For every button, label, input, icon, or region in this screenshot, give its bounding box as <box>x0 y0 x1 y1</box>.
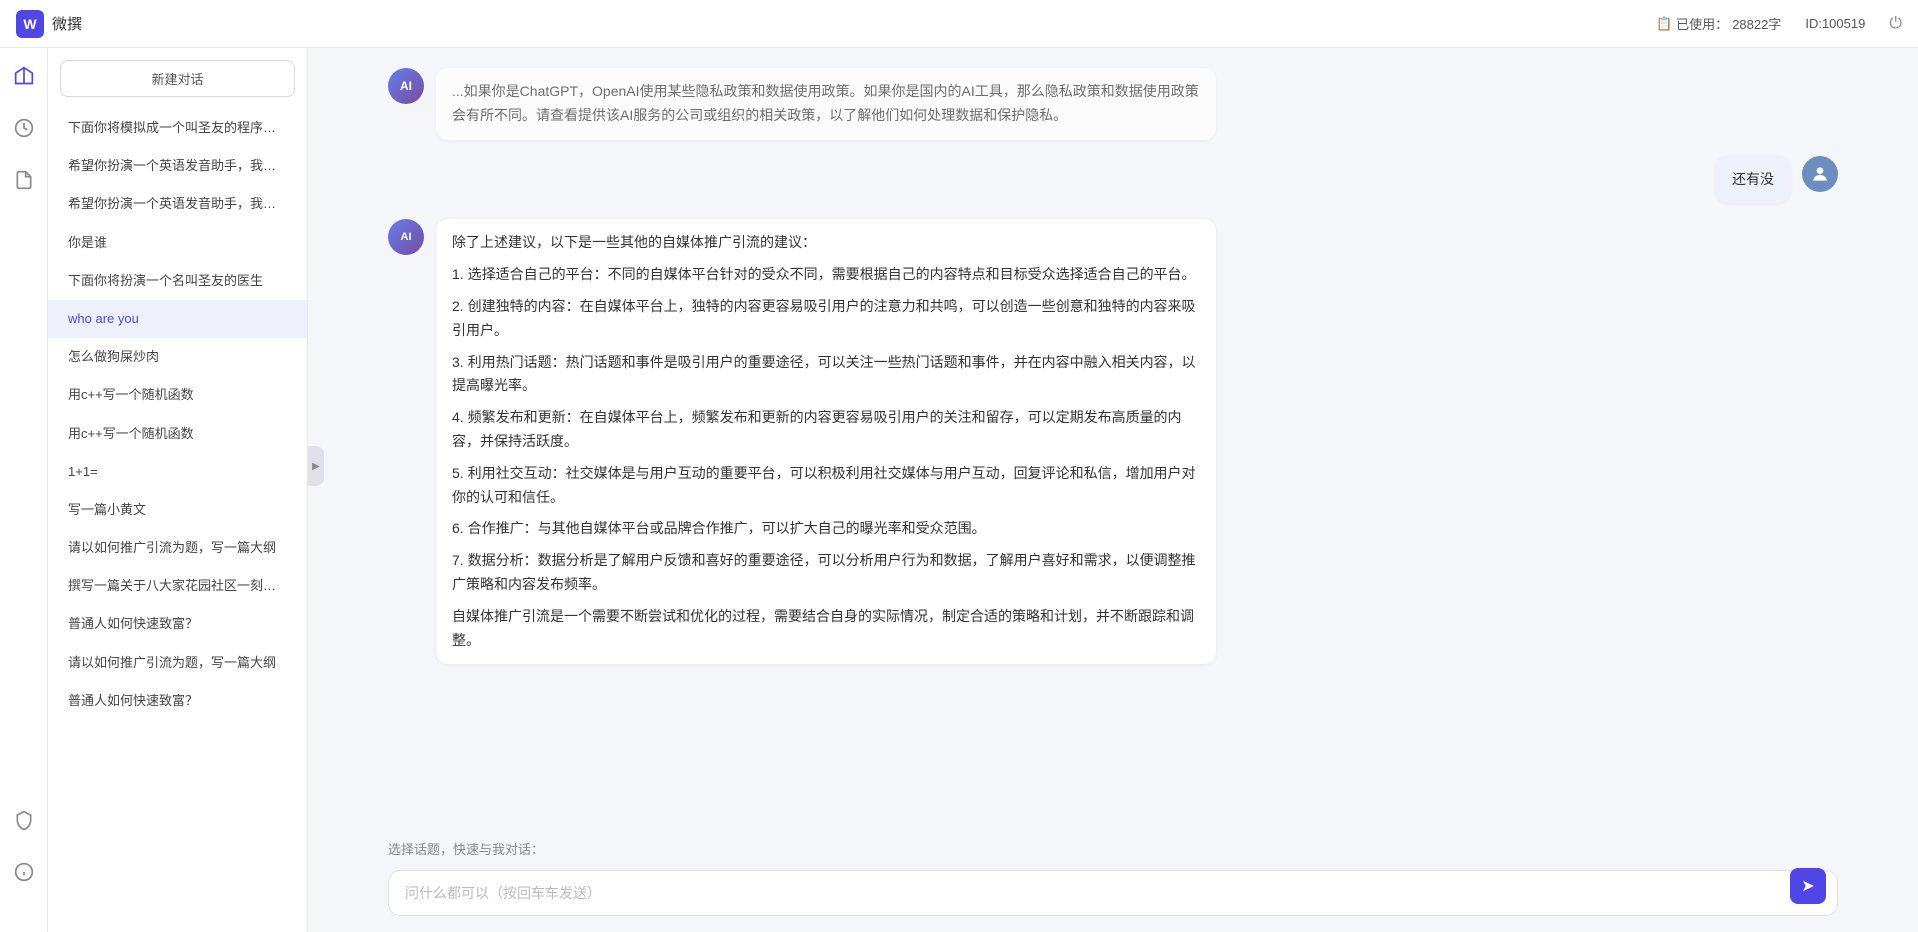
message-input[interactable]: 问什么都可以（按回车车发送） <box>388 870 1838 916</box>
nav-home-icon[interactable] <box>8 60 40 92</box>
sidebar-item-label-1: 下面你将模拟成一个叫圣友的程序员，我说... <box>68 120 307 135</box>
sidebar-item-9[interactable]: 用c++写一个随机函数 <box>48 415 307 453</box>
chat-area: AI ...如果你是ChatGPT，OpenAI使用某些隐私政策和数据使用政策。… <box>308 48 1918 932</box>
ai-message-row-1: AI 除了上述建议，以下是一些其他的自媒体推广引流的建议： 1. 选择适合自己的平… <box>388 219 1838 664</box>
sidebar-item-8[interactable]: 用c++写一个随机函数 <box>48 376 307 414</box>
sidebar-item-label-15: 请以如何推广引流为题，写一篇大纲 <box>68 655 276 670</box>
sidebar-item-label-4: 你是谁 <box>68 235 107 250</box>
prev-message-row: AI ...如果你是ChatGPT，OpenAI使用某些隐私政策和数据使用政策。… <box>388 68 1838 140</box>
user-id: ID:100519 <box>1805 16 1865 31</box>
ai-message-bubble-1: 除了上述建议，以下是一些其他的自媒体推广引流的建议： 1. 选择适合自己的平台：不… <box>436 219 1216 664</box>
send-button[interactable]: ➤ <box>1790 868 1826 904</box>
topbar: W 微撰 📋 已使用： 28822字 ID:100519 ⏻ <box>0 0 1918 48</box>
power-button[interactable]: ⏻ <box>1889 15 1902 33</box>
sidebar-item-16[interactable]: 普通人如何快速致富？ <box>48 682 307 720</box>
nav-info-icon[interactable] <box>8 856 40 888</box>
sidebar-item-label-7: 怎么做狗屎炒肉 <box>68 349 159 364</box>
sidebar-item-label-12: 请以如何推广引流为题，写一篇大纲 <box>68 540 276 555</box>
sidebar-item-15[interactable]: 请以如何推广引流为题，写一篇大纲 <box>48 644 307 682</box>
ai-message-paragraph: 自媒体推广引流是一个需要不断尝试和优化的过程，需要结合自身的实际情况，制定合适的… <box>452 605 1200 653</box>
sidebar-item-3[interactable]: 希望你扮演一个英语发音助手，我提供给你... <box>48 185 307 223</box>
sidebar-item-2[interactable]: 希望你扮演一个英语发音助手，我提供给你... <box>48 147 307 185</box>
ai-message-paragraph: 1. 选择适合自己的平台：不同的自媒体平台针对的受众不同，需要根据自己的内容特点… <box>452 263 1200 287</box>
ai-message-paragraph: 6. 合作推广：与其他自媒体平台或品牌合作推广，可以扩大自己的曝光率和受众范围。 <box>452 517 1200 541</box>
sidebar-item-5[interactable]: 下面你将扮演一个名叫圣友的医生 <box>48 262 307 300</box>
user-avatar-1 <box>1802 156 1838 192</box>
nav-document-icon[interactable] <box>8 164 40 196</box>
sidebar-item-label-6: who are you <box>68 311 139 326</box>
sidebar-item-label-8: 用c++写一个随机函数 <box>68 387 194 402</box>
quick-topics-label: 选择话题，快速与我对话： <box>388 842 544 857</box>
sidebar-item-14[interactable]: 普通人如何快速致富？ <box>48 605 307 643</box>
ai-message-paragraph: 4. 频繁发布和更新：在自媒体平台上，频繁发布和更新的内容更容易吸引用户的关注和… <box>452 406 1200 454</box>
sidebar-item-label-14: 普通人如何快速致富？ <box>68 616 198 631</box>
quick-topics-bar: 选择话题，快速与我对话： <box>308 831 1918 862</box>
nav-security-icon[interactable] <box>8 804 40 836</box>
topbar-right: 📋 已使用： 28822字 ID:100519 ⏻ <box>1656 14 1902 33</box>
prev-message-text: ...如果你是ChatGPT，OpenAI使用某些隐私政策和数据使用政策。如果你… <box>452 83 1199 123</box>
sidebar-item-label-16: 普通人如何快速致富？ <box>68 693 198 708</box>
user-message-bubble-1: 还有没 <box>1716 156 1790 204</box>
input-wrapper: 问什么都可以（按回车车发送） ➤ <box>388 870 1838 916</box>
sidebar-item-label-9: 用c++写一个随机函数 <box>68 426 194 441</box>
main-layout: 新建对话 下面你将模拟成一个叫圣友的程序员，我说... 希望你扮演一个英语发音助… <box>0 48 1918 932</box>
sidebar-item-7[interactable]: 怎么做狗屎炒肉 <box>48 338 307 376</box>
sidebar-item-6[interactable]: who are you <box>48 300 307 338</box>
usage-info: 📋 已使用： 28822字 <box>1656 14 1781 33</box>
ai-message-paragraph: 除了上述建议，以下是一些其他的自媒体推广引流的建议： <box>452 231 1200 255</box>
app-title: 微撰 <box>52 13 82 34</box>
new-conversation-button[interactable]: 新建对话 <box>60 60 295 97</box>
app-logo: W <box>16 10 44 38</box>
ai-message-paragraph: 5. 利用社交互动：社交媒体是与用户互动的重要平台，可以积极利用社交媒体与用户互… <box>452 462 1200 510</box>
ai-message-paragraph: 2. 创建独特的内容：在自媒体平台上，独特的内容更容易吸引用户的注意力和共鸣，可… <box>452 295 1200 343</box>
chat-messages: AI ...如果你是ChatGPT，OpenAI使用某些隐私政策和数据使用政策。… <box>308 48 1918 831</box>
sidebar: 新建对话 下面你将模拟成一个叫圣友的程序员，我说... 希望你扮演一个英语发音助… <box>48 48 308 932</box>
topbar-left: W 微撰 <box>16 10 82 38</box>
input-placeholder-text: 问什么都可以（按回车车发送） <box>405 883 1787 903</box>
doc-icon: 📋 <box>1656 16 1672 32</box>
ai-message-paragraph: 3. 利用热门话题：热门话题和事件是吸引用户的重要途径，可以关注一些热门话题和事… <box>452 351 1200 399</box>
nav-history-icon[interactable] <box>8 112 40 144</box>
user-message-row-1: 还有没 <box>388 156 1838 204</box>
logo-text: W <box>23 16 36 32</box>
sidebar-item-1[interactable]: 下面你将模拟成一个叫圣友的程序员，我说... <box>48 109 307 147</box>
sidebar-item-label-10: 1+1= <box>68 464 98 479</box>
chevron-right-icon: ▶ <box>312 461 320 472</box>
user-message-text-1: 还有没 <box>1732 171 1774 187</box>
sidebar-collapse-toggle[interactable]: ▶ <box>308 446 324 486</box>
usage-label: 已使用： <box>1676 14 1728 33</box>
sidebar-item-label-3: 希望你扮演一个英语发音助手，我提供给你... <box>68 196 307 211</box>
sidebar-item-label-11: 写一篇小黄文 <box>68 502 146 517</box>
ai-message-paragraph: 7. 数据分析：数据分析是了解用户反馈和喜好的重要途径，可以分析用户行为和数据，… <box>452 549 1200 597</box>
sidebar-item-11[interactable]: 写一篇小黄文 <box>48 491 307 529</box>
sidebar-item-10[interactable]: 1+1= <box>48 453 307 491</box>
usage-value: 28822字 <box>1732 14 1781 33</box>
input-area: 问什么都可以（按回车车发送） ➤ <box>308 862 1918 932</box>
send-icon: ➤ <box>1801 876 1814 896</box>
icon-nav <box>0 48 48 932</box>
prev-message-bubble: ...如果你是ChatGPT，OpenAI使用某些隐私政策和数据使用政策。如果你… <box>436 68 1216 140</box>
sidebar-item-label-5: 下面你将扮演一个名叫圣友的医生 <box>68 273 263 288</box>
sidebar-item-4[interactable]: 你是谁 <box>48 224 307 262</box>
sidebar-item-label-2: 希望你扮演一个英语发音助手，我提供给你... <box>68 158 307 173</box>
sidebar-item-12[interactable]: 请以如何推广引流为题，写一篇大纲 <box>48 529 307 567</box>
sidebar-item-label-13: 撰写一篇关于八大家花园社区一刻钟便民生... <box>68 578 307 593</box>
sidebar-item-13[interactable]: 撰写一篇关于八大家花园社区一刻钟便民生... <box>48 567 307 605</box>
ai-avatar-1: AI <box>388 219 424 255</box>
ai-avatar-prev: AI <box>388 68 424 104</box>
